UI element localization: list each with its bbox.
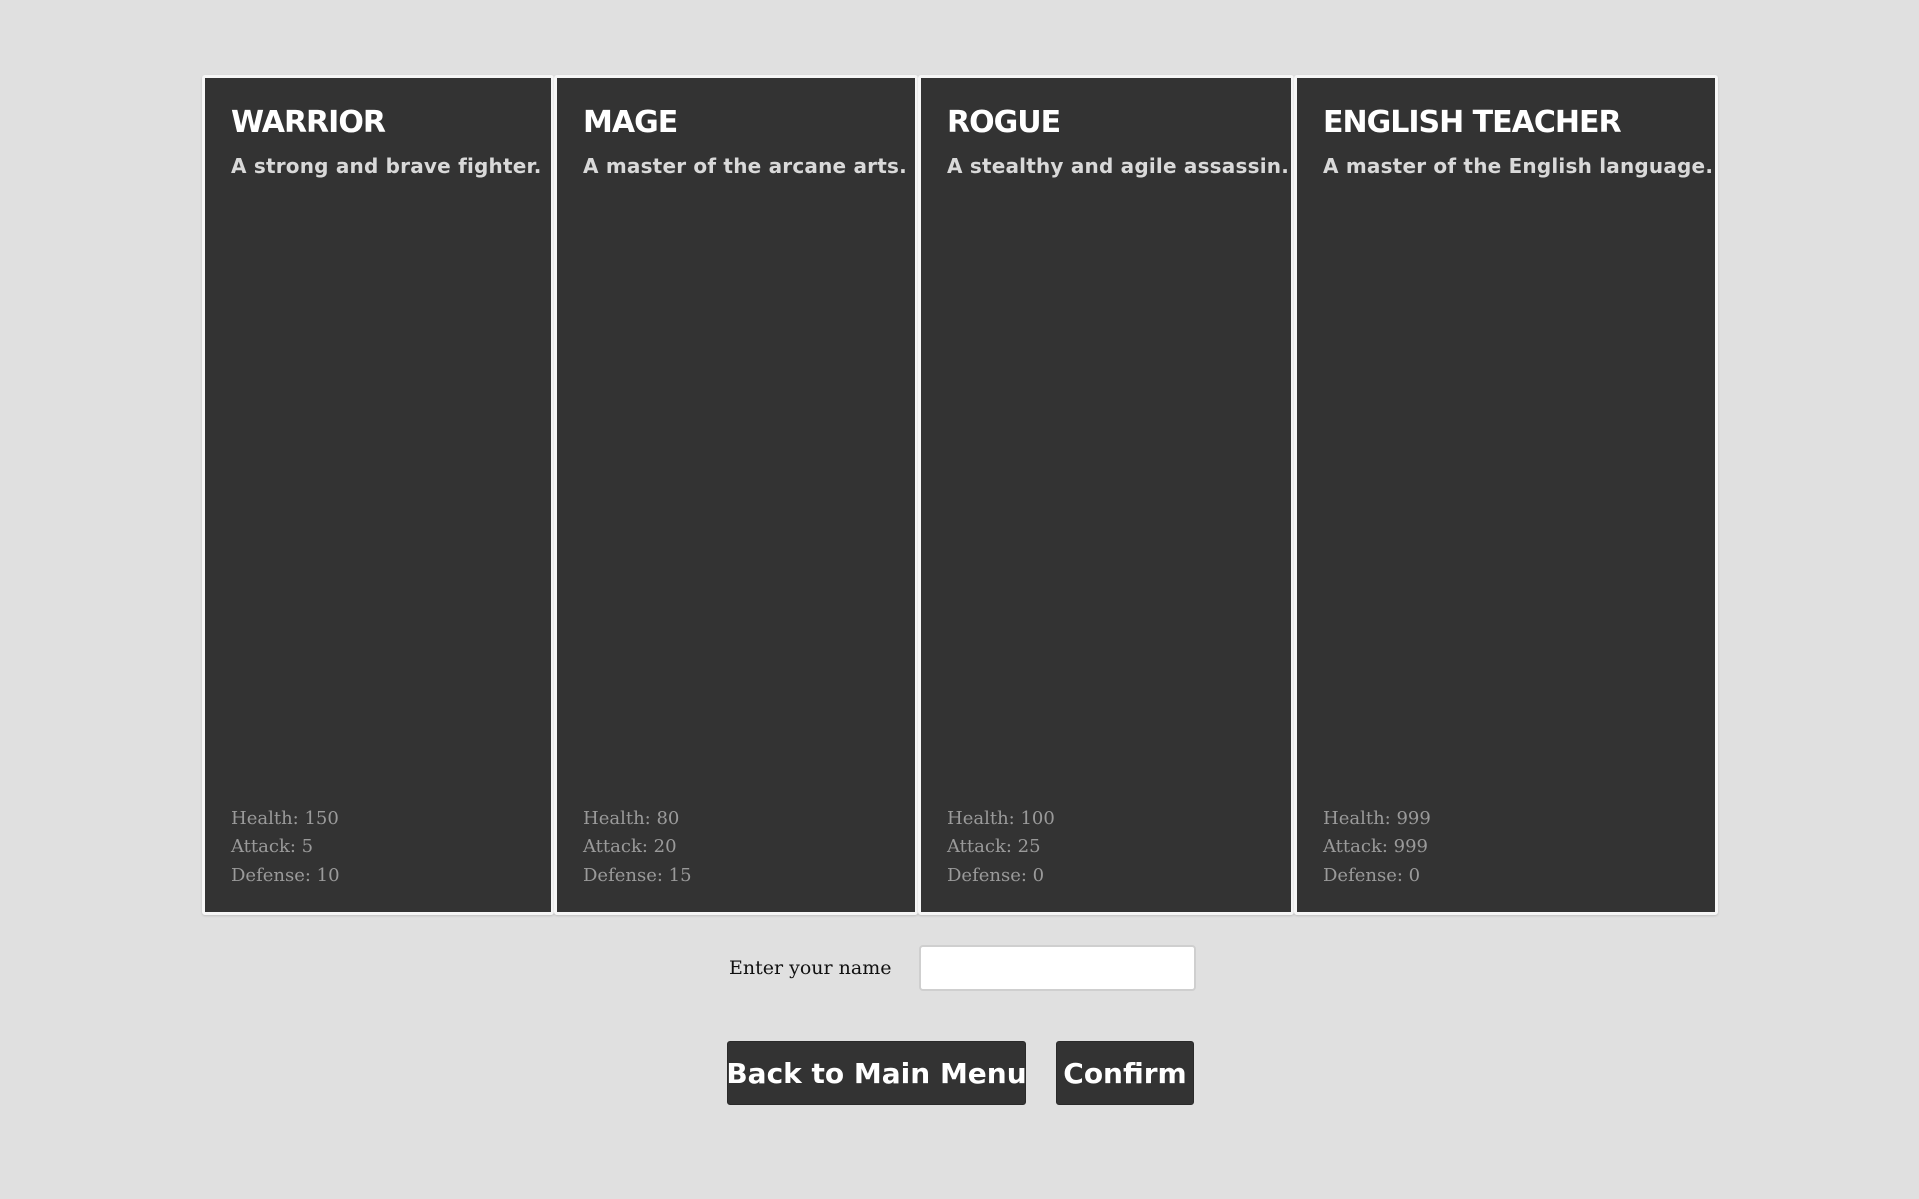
stat-attack: Attack: 25 [947, 836, 1041, 857]
stat-attack: Attack: 5 [231, 836, 314, 857]
stat-attack: Attack: 999 [1323, 836, 1429, 857]
name-input[interactable] [919, 945, 1197, 991]
name-entry-row: Enter your name [729, 945, 1197, 991]
class-title: MAGE [583, 105, 678, 140]
class-description: A master of the arcane arts. [583, 154, 907, 178]
class-stats: Health: 80 Attack: 20 Defense: 15 [583, 805, 692, 891]
class-stats: Health: 100 Attack: 25 Defense: 0 [947, 805, 1055, 891]
class-title: WARRIOR [231, 105, 386, 140]
confirm-button[interactable]: Confirm [1056, 1041, 1194, 1105]
back-to-main-menu-button[interactable]: Back to Main Menu [726, 1041, 1027, 1105]
class-stats: Health: 150 Attack: 5 Defense: 10 [231, 805, 340, 891]
class-description: A strong and brave fighter. [231, 154, 542, 178]
class-card-rogue[interactable]: ROGUE A stealthy and agile assassin. Hea… [918, 75, 1294, 915]
stat-defense: Defense: 10 [231, 864, 340, 886]
stat-health: Health: 150 [231, 807, 339, 829]
class-selection: WARRIOR A strong and brave fighter. Heal… [202, 75, 1718, 915]
stat-health: Health: 100 [947, 807, 1055, 829]
class-stats: Health: 999 Attack: 999 Defense: 0 [1323, 805, 1431, 891]
class-description: A master of the English language. [1323, 154, 1714, 178]
name-label: Enter your name [729, 957, 892, 979]
class-card-mage[interactable]: MAGE A master of the arcane arts. Health… [554, 75, 918, 915]
class-card-warrior[interactable]: WARRIOR A strong and brave fighter. Heal… [202, 75, 554, 915]
stat-health: Health: 80 [583, 807, 680, 829]
stat-defense: Defense: 0 [947, 864, 1045, 886]
stat-health: Health: 999 [1323, 807, 1431, 829]
class-title: ROGUE [947, 105, 1061, 140]
class-description: A stealthy and agile assassin. [947, 154, 1289, 178]
stat-defense: Defense: 0 [1323, 864, 1421, 886]
stat-defense: Defense: 15 [583, 864, 692, 886]
action-buttons: Back to Main Menu Confirm [726, 1041, 1194, 1105]
class-title: ENGLISH TEACHER [1323, 105, 1622, 140]
class-card-english-teacher[interactable]: ENGLISH TEACHER A master of the English … [1294, 75, 1718, 915]
stat-attack: Attack: 20 [583, 836, 677, 857]
